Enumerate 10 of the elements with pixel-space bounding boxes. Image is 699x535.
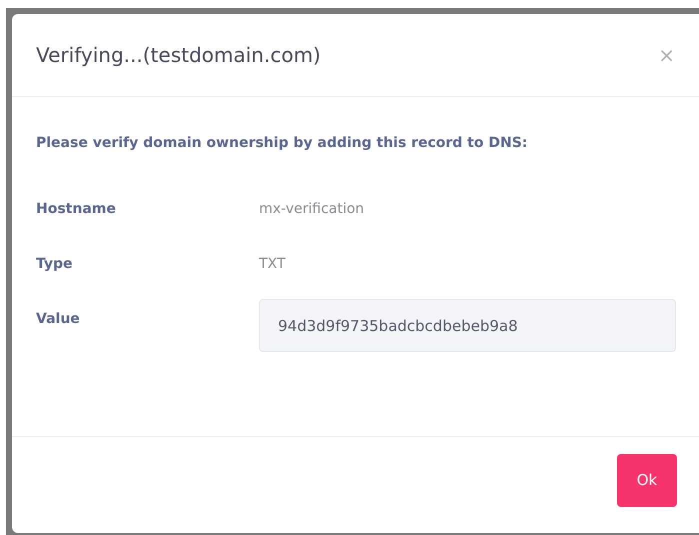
dialog-title: Verifying...(testdomain.com) <box>36 43 321 67</box>
ok-button[interactable]: Ok <box>617 454 677 506</box>
field-label: Hostname <box>36 201 117 217</box>
value-field[interactable]: 94d3d9f9735badcbcdbebeb9a8 <box>259 299 676 352</box>
field-label: Type <box>36 256 74 272</box>
close-button[interactable]: × <box>658 43 675 67</box>
instruction-text: Please verify domain ownership by adding this record to DNS: <box>36 135 529 151</box>
field-value: mx-verification <box>259 201 364 217</box>
field-value: TXT <box>259 256 286 272</box>
field-label: Value <box>36 311 81 327</box>
